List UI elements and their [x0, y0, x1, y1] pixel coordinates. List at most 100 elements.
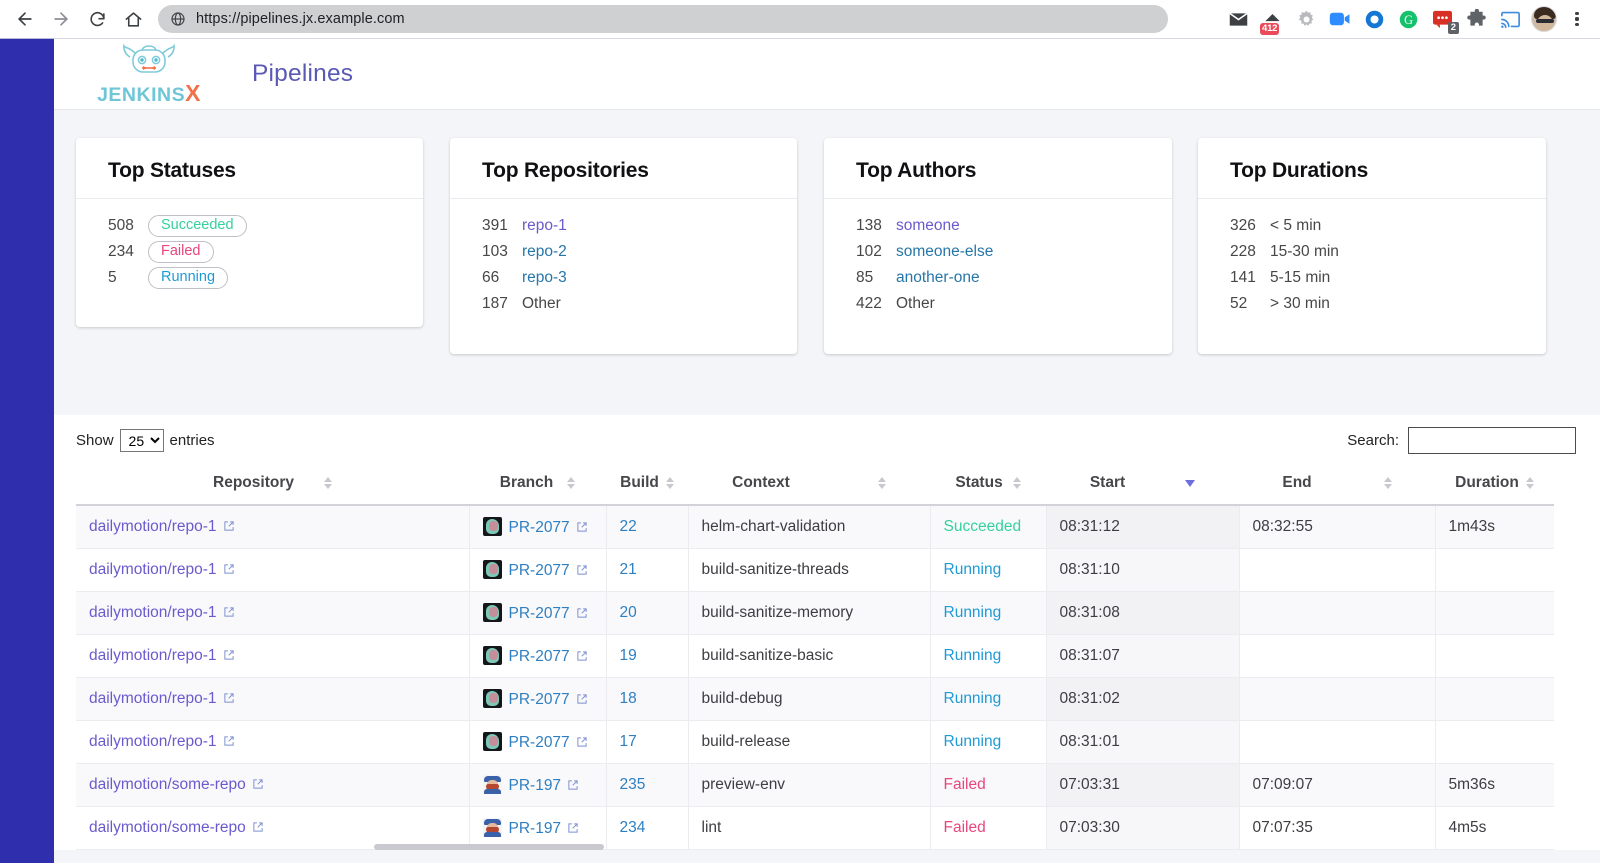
sort-indicator-icon[interactable] — [324, 477, 332, 489]
cell-duration — [1435, 721, 1554, 764]
author-avatar — [483, 689, 502, 708]
column-header-status[interactable]: Status — [930, 463, 1046, 505]
build-link[interactable]: 17 — [620, 733, 637, 750]
repository-link[interactable]: dailymotion/repo-1 — [89, 733, 217, 750]
branch-link[interactable]: PR-2077 — [509, 519, 570, 536]
column-header-duration[interactable]: Duration — [1435, 463, 1554, 505]
search-input[interactable] — [1408, 427, 1576, 454]
branch-link[interactable]: PR-197 — [509, 820, 562, 837]
repository-link[interactable]: dailymotion/repo-1 — [89, 518, 217, 535]
author-link[interactable]: someone-else — [896, 243, 993, 261]
reload-button[interactable] — [80, 2, 114, 36]
column-header-repository[interactable]: Repository — [76, 463, 469, 505]
repository-link[interactable]: repo-2 — [522, 243, 567, 261]
search-label: Search: — [1347, 432, 1399, 449]
horizontal-scrollbar[interactable] — [374, 844, 604, 850]
browser-nav-buttons — [8, 2, 150, 36]
status-badge: Running — [944, 561, 1002, 578]
build-link[interactable]: 18 — [620, 690, 637, 707]
repository-link[interactable]: dailymotion/repo-1 — [89, 561, 217, 578]
build-link[interactable]: 21 — [620, 561, 637, 578]
mail-icon[interactable] — [1224, 4, 1252, 34]
sort-indicator-icon[interactable] — [1526, 477, 1534, 489]
build-link[interactable]: 22 — [620, 518, 637, 535]
back-button[interactable] — [8, 2, 42, 36]
cell-end: 07:07:35 — [1239, 807, 1435, 850]
stat-row: 422 Other — [856, 291, 1172, 317]
column-header-build[interactable]: Build — [606, 463, 688, 505]
left-rail — [0, 38, 54, 863]
column-header-branch[interactable]: Branch — [469, 463, 606, 505]
address-bar[interactable]: https://pipelines.jx.example.com — [158, 5, 1168, 33]
stat-row: 66 repo-3 — [482, 265, 797, 291]
stat-row: 52 > 30 min — [1230, 291, 1546, 317]
cell-build: 19 — [606, 635, 688, 678]
status-badge: Running — [944, 647, 1002, 664]
column-label: Build — [620, 474, 659, 492]
sort-indicator-icon[interactable] — [666, 477, 674, 489]
page-size-select[interactable]: 25 — [120, 429, 164, 452]
branch-link[interactable]: PR-2077 — [509, 734, 570, 751]
stat-count: 138 — [856, 217, 896, 235]
stat-label: > 30 min — [1270, 295, 1330, 313]
branch-link[interactable]: PR-2077 — [509, 605, 570, 622]
chat-icon[interactable]: 2 — [1428, 4, 1456, 34]
cell-build: 234 — [606, 807, 688, 850]
repository-link[interactable]: repo-1 — [522, 217, 567, 235]
column-header-start[interactable]: Start — [1046, 463, 1239, 505]
content-column: JENKINSX Pipelines Top Statuses 508 Succ… — [54, 38, 1600, 863]
circle-icon[interactable] — [1360, 4, 1388, 34]
sort-indicator-icon[interactable] — [1013, 477, 1021, 489]
branch-link[interactable]: PR-2077 — [509, 691, 570, 708]
table-row: dailymotion/some-repoPR-197234lintFailed… — [76, 807, 1554, 850]
status-badge: Succeeded — [148, 215, 247, 238]
gear-icon[interactable] — [1292, 4, 1320, 34]
build-link[interactable]: 20 — [620, 604, 637, 621]
search-control: Search: — [1347, 427, 1576, 454]
build-link[interactable]: 235 — [620, 776, 646, 793]
card-body: 326 < 5 min 228 15-30 min 141 5-15 min 5… — [1198, 199, 1546, 335]
build-link[interactable]: 19 — [620, 647, 637, 664]
cell-start: 08:31:08 — [1046, 592, 1239, 635]
sort-indicator-icon[interactable] — [1384, 477, 1392, 489]
stat-count: 85 — [856, 269, 896, 287]
puzzle-icon[interactable] — [1462, 4, 1490, 34]
branch-link[interactable]: PR-2077 — [509, 648, 570, 665]
cell-repository: dailymotion/repo-1 — [76, 505, 469, 549]
branch-link[interactable]: PR-2077 — [509, 562, 570, 579]
chrome-menu-button[interactable] — [1564, 4, 1590, 34]
jenkins-robot-icon — [120, 43, 178, 81]
forward-button[interactable] — [44, 2, 78, 36]
grammarly-icon[interactable]: G — [1394, 4, 1422, 34]
upload-arrow-icon[interactable]: 412 — [1258, 4, 1286, 34]
author-link[interactable]: another-one — [896, 269, 980, 287]
branch-link[interactable]: PR-197 — [509, 777, 562, 794]
cell-context: build-release — [688, 721, 930, 764]
author-link[interactable]: someone — [896, 217, 960, 235]
cast-icon[interactable] — [1496, 4, 1524, 34]
video-camera-icon[interactable] — [1326, 4, 1354, 34]
stat-row: 508 Succeeded — [108, 213, 423, 239]
repository-link[interactable]: dailymotion/repo-1 — [89, 690, 217, 707]
cell-branch: PR-2077 — [469, 678, 606, 721]
sort-indicator-icon[interactable] — [878, 477, 886, 489]
cell-end — [1239, 635, 1435, 678]
avatar[interactable] — [1530, 4, 1558, 34]
cell-start: 08:31:07 — [1046, 635, 1239, 678]
sort-indicator-icon[interactable] — [567, 477, 575, 489]
build-link[interactable]: 234 — [620, 819, 646, 836]
sort-indicator-desc-icon[interactable] — [1185, 480, 1195, 487]
jenkins-x-logo[interactable]: JENKINSX — [89, 43, 209, 106]
logo-x-text: X — [185, 80, 201, 106]
repository-link[interactable]: dailymotion/some-repo — [89, 776, 246, 793]
author-avatar — [483, 517, 502, 536]
column-header-end[interactable]: End — [1239, 463, 1435, 505]
column-header-context[interactable]: Context — [688, 463, 930, 505]
cell-build: 22 — [606, 505, 688, 549]
repository-link[interactable]: repo-3 — [522, 269, 567, 287]
stat-row: 391 repo-1 — [482, 213, 797, 239]
repository-link[interactable]: dailymotion/some-repo — [89, 819, 246, 836]
repository-link[interactable]: dailymotion/repo-1 — [89, 604, 217, 621]
home-button[interactable] — [116, 2, 150, 36]
repository-link[interactable]: dailymotion/repo-1 — [89, 647, 217, 664]
